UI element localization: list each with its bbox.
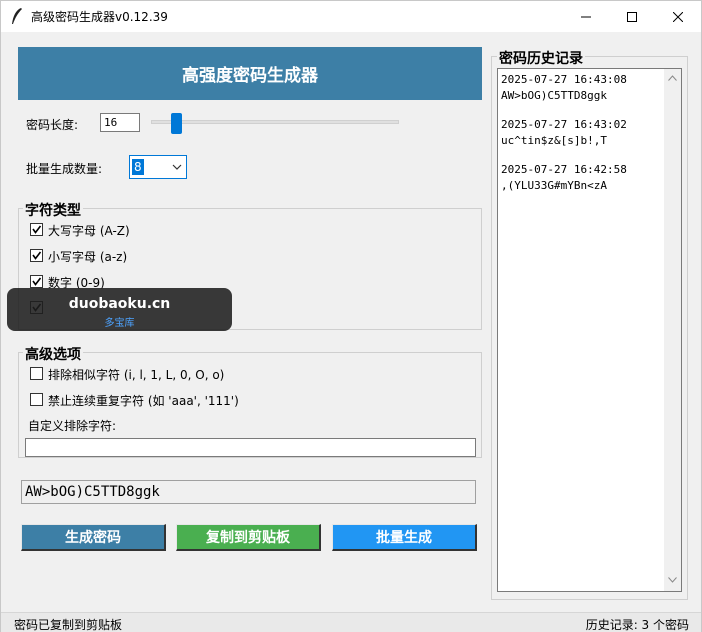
copy-button[interactable]: 复制到剪贴板 bbox=[176, 524, 321, 551]
history-time: 2025-07-27 16:43:02 bbox=[501, 118, 627, 131]
batch-label: 批量生成数量: bbox=[26, 162, 103, 176]
checkmark-icon bbox=[32, 225, 42, 234]
history-list[interactable]: 2025-07-27 16:43:08 AW>bOG)C5TTD8ggk 202… bbox=[497, 68, 682, 592]
advanced-title: 高级选项 bbox=[23, 344, 83, 364]
history-scrollbar[interactable] bbox=[664, 69, 681, 591]
banner-title: 高强度密码生成器 bbox=[182, 66, 318, 86]
length-input[interactable]: 16 bbox=[100, 113, 140, 132]
history-title: 密码历史记录 bbox=[497, 48, 585, 68]
lowercase-checkbox[interactable] bbox=[30, 249, 43, 262]
chevron-down-icon bbox=[172, 164, 182, 170]
checkmark-icon bbox=[32, 251, 42, 260]
uppercase-label: 大写字母 (A-Z) bbox=[48, 224, 130, 238]
exclude-similar-label: 排除相似字符 (i, l, 1, L, 0, O, o) bbox=[48, 368, 225, 382]
batch-count-value: 8 bbox=[132, 159, 144, 175]
window-title: 高级密码生成器v0.12.39 bbox=[31, 10, 168, 24]
minimize-button[interactable] bbox=[563, 1, 609, 32]
exclude-similar-checkbox[interactable] bbox=[30, 367, 43, 380]
close-button[interactable] bbox=[655, 1, 701, 32]
generate-button[interactable]: 生成密码 bbox=[21, 524, 166, 551]
header-banner: 高强度密码生成器 bbox=[18, 47, 482, 100]
no-repeat-label: 禁止连续重复字符 (如 'aaa', '111') bbox=[48, 394, 239, 408]
no-repeat-checkbox[interactable] bbox=[30, 393, 43, 406]
feather-icon bbox=[12, 8, 22, 24]
maximize-button[interactable] bbox=[609, 1, 655, 32]
uppercase-checkbox[interactable] bbox=[30, 223, 43, 236]
watermark-overlay: duobaoku.cn 多宝库 bbox=[7, 288, 232, 331]
history-password: uc^tin$z&[s]b!,T bbox=[501, 134, 607, 147]
history-password: ,(YLU33G#mYBn<zA bbox=[501, 179, 607, 192]
chevron-up-icon[interactable] bbox=[668, 75, 677, 81]
char-types-title: 字符类型 bbox=[23, 200, 83, 220]
exclude-custom-input[interactable] bbox=[25, 438, 476, 457]
length-label: 密码长度: bbox=[26, 118, 79, 132]
history-password: AW>bOG)C5TTD8ggk bbox=[501, 89, 607, 102]
watermark-text: duobaoku.cn bbox=[68, 296, 171, 312]
status-bar: 密码已复制到剪贴板 历史记录: 3 个密码 bbox=[1, 612, 701, 632]
maximize-icon bbox=[627, 11, 637, 22]
close-icon bbox=[673, 11, 683, 22]
lowercase-label: 小写字母 (a-z) bbox=[48, 250, 128, 264]
watermark-subtext: 多宝库 bbox=[104, 318, 135, 329]
batch-count-select[interactable]: 8 bbox=[129, 155, 187, 179]
length-slider[interactable] bbox=[151, 113, 399, 134]
history-count: 历史记录: 3 个密码 bbox=[585, 618, 689, 632]
history-time: 2025-07-27 16:43:08 bbox=[501, 73, 627, 86]
chevron-down-icon[interactable] bbox=[668, 577, 677, 583]
slider-thumb[interactable] bbox=[171, 113, 182, 134]
history-time: 2025-07-27 16:42:58 bbox=[501, 163, 627, 176]
exclude-custom-label: 自定义排除字符: bbox=[28, 419, 117, 433]
title-bar: 高级密码生成器v0.12.39 bbox=[1, 1, 701, 32]
app-window: 高级密码生成器v0.12.39 高强度密码生成器 密码长度: 16 批量生成数量… bbox=[0, 0, 702, 632]
status-message: 密码已复制到剪贴板 bbox=[14, 618, 123, 632]
minimize-icon bbox=[581, 16, 591, 17]
password-output[interactable]: AW>bOG)C5TTD8ggk bbox=[21, 480, 476, 504]
checkmark-icon bbox=[32, 277, 42, 286]
batch-generate-button[interactable]: 批量生成 bbox=[332, 524, 477, 551]
digits-checkbox[interactable] bbox=[30, 275, 43, 288]
